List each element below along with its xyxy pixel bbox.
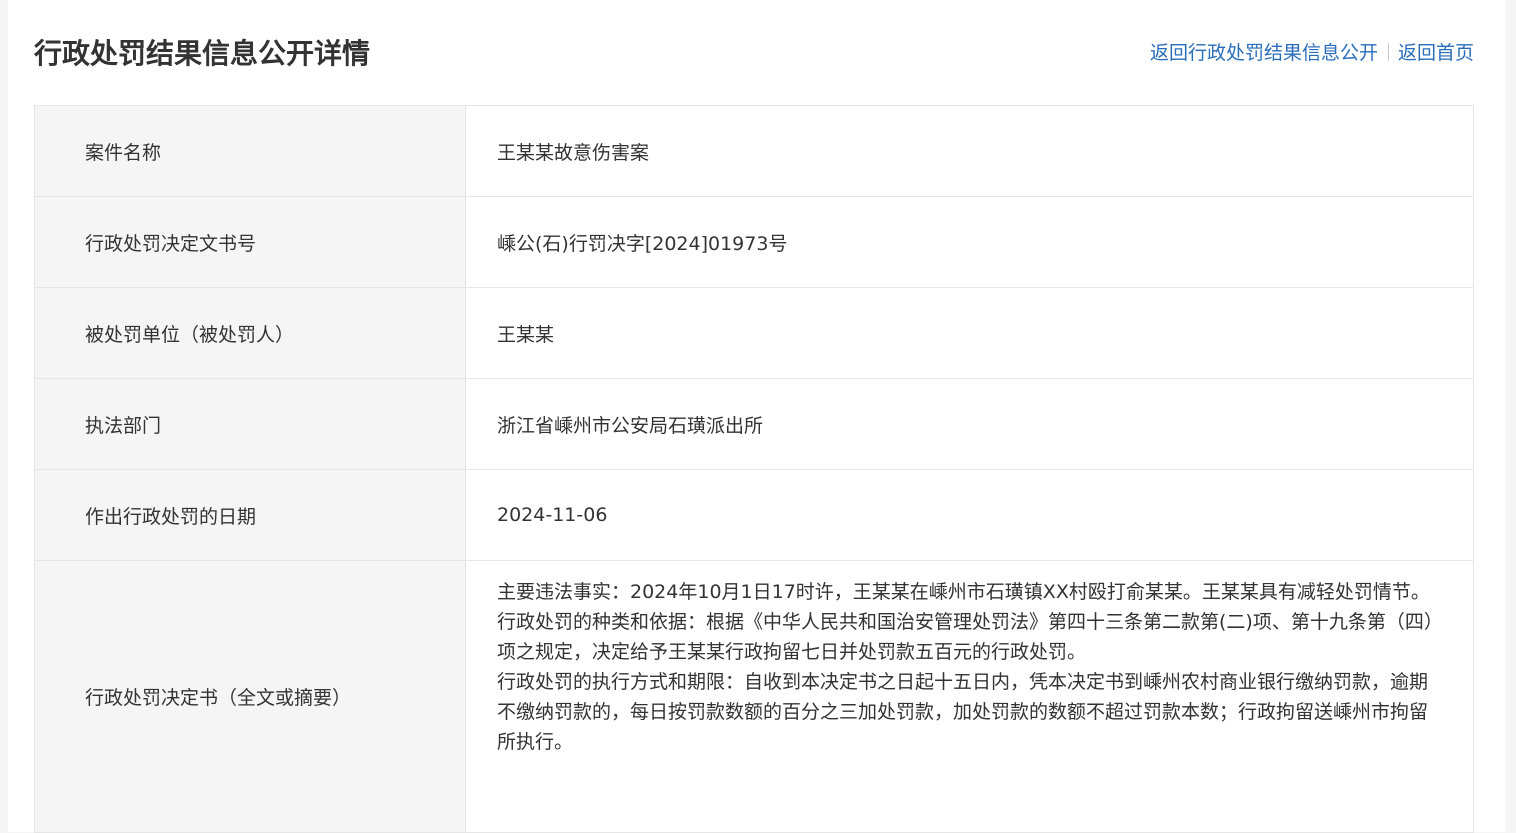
case-name-label: 案件名称 bbox=[34, 105, 466, 197]
penalized-party-label: 被处罚单位（被处罚人） bbox=[34, 287, 466, 379]
enforcement-department-label: 执法部门 bbox=[34, 378, 466, 470]
decision-date-value: 2024-11-06 bbox=[465, 469, 1474, 561]
decision-facts: 主要违法事实：2024年10月1日17时许，王某某在嵊州市石璜镇XX村殴打俞某某… bbox=[497, 581, 1430, 603]
decision-number-value: 嵊公(石)行罚决字[2024]01973号 bbox=[465, 196, 1474, 288]
detail-table: 案件名称 王某某故意伤害案 行政处罚决定文书号 嵊公(石)行罚决字[2024]0… bbox=[34, 105, 1474, 833]
detail-row-penalized-party: 被处罚单位（被处罚人） 王某某 bbox=[34, 287, 1474, 379]
decision-text-label: 行政处罚决定书（全文或摘要） bbox=[34, 560, 466, 833]
decision-execution: 行政处罚的执行方式和期限：自收到本决定书之日起十五日内，凭本决定书到嵊州农村商业… bbox=[497, 671, 1429, 753]
back-to-list-link[interactable]: 返回行政处罚结果信息公开 bbox=[1150, 42, 1378, 64]
enforcement-department-value: 浙江省嵊州市公安局石璜派出所 bbox=[465, 378, 1474, 470]
back-to-home-link[interactable]: 返回首页 bbox=[1398, 42, 1474, 64]
detail-row-decision-number: 行政处罚决定文书号 嵊公(石)行罚决字[2024]01973号 bbox=[34, 196, 1474, 288]
decision-number-label: 行政处罚决定文书号 bbox=[34, 196, 466, 288]
decision-date-label: 作出行政处罚的日期 bbox=[34, 469, 466, 561]
decision-text-value: 主要违法事实：2024年10月1日17时许，王某某在嵊州市石璜镇XX村殴打俞某某… bbox=[465, 560, 1474, 833]
detail-row-decision-text: 行政处罚决定书（全文或摘要） 主要违法事实：2024年10月1日17时许，王某某… bbox=[34, 560, 1474, 833]
link-divider bbox=[1387, 43, 1389, 61]
detail-panel: 行政处罚结果信息公开详情 返回行政处罚结果信息公开 返回首页 案件名称 王某某故意… bbox=[8, 0, 1505, 833]
detail-row-decision-date: 作出行政处罚的日期 2024-11-06 bbox=[34, 469, 1474, 561]
page-title: 行政处罚结果信息公开详情 bbox=[34, 37, 371, 70]
case-name-value: 王某某故意伤害案 bbox=[465, 105, 1474, 197]
detail-row-case-name: 案件名称 王某某故意伤害案 bbox=[34, 105, 1474, 197]
header-links: 返回行政处罚结果信息公开 返回首页 bbox=[1150, 38, 1474, 68]
penalized-party-value: 王某某 bbox=[465, 287, 1474, 379]
detail-row-enforcement-department: 执法部门 浙江省嵊州市公安局石璜派出所 bbox=[34, 378, 1474, 470]
decision-basis: 行政处罚的种类和依据：根据《中华人民共和国治安管理处罚法》第四十三条第二款第(二… bbox=[497, 611, 1443, 663]
